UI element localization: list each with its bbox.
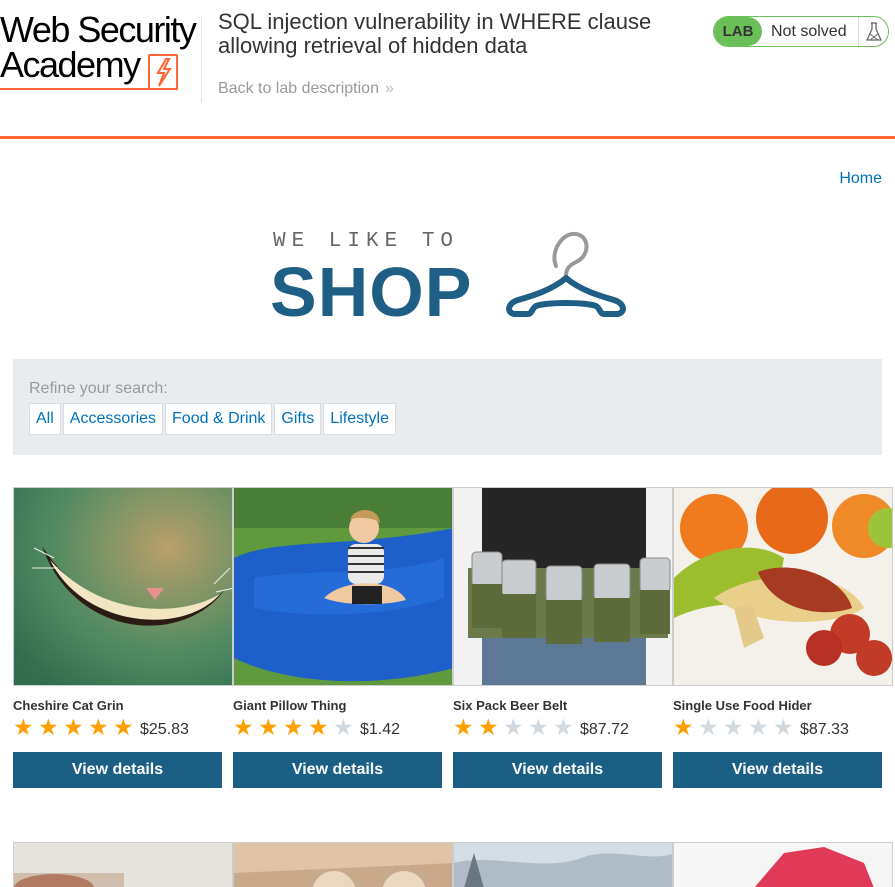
double-chevron-right-icon: » bbox=[384, 80, 394, 97]
banner-tagline: WE LIKE TO bbox=[273, 230, 460, 253]
rating: ★ ★ ★ ★ ★ $25.83 bbox=[13, 715, 233, 739]
product-grid-row-2 bbox=[13, 842, 895, 887]
product-name: Single Use Food Hider bbox=[673, 698, 812, 713]
flask-icon bbox=[858, 17, 888, 46]
star-empty-icon: ★ bbox=[723, 714, 744, 740]
product-price: $87.33 bbox=[800, 720, 849, 738]
product-image[interactable] bbox=[13, 842, 233, 887]
view-details-button[interactable]: View details bbox=[453, 752, 662, 788]
view-details-button[interactable]: View details bbox=[13, 752, 222, 788]
filter-gifts[interactable]: Gifts bbox=[274, 403, 322, 435]
lab-title: SQL injection vulnerability in WHERE cla… bbox=[218, 9, 652, 58]
logo-underline bbox=[0, 88, 178, 90]
product-card: Giant Pillow Thing ★ ★ ★ ★ ★ $1.42 View deta… bbox=[233, 487, 453, 788]
filter-all[interactable]: All bbox=[29, 403, 61, 435]
product-image[interactable] bbox=[673, 487, 893, 686]
star-empty-icon: ★ bbox=[333, 714, 354, 740]
star-filled-icon: ★ bbox=[453, 714, 474, 740]
lab-status-widget: LAB Not solved bbox=[713, 16, 889, 47]
filter-food-drink[interactable]: Food & Drink bbox=[165, 403, 273, 435]
star-empty-icon: ★ bbox=[748, 714, 769, 740]
product-card: Cheshire Cat Grin ★ ★ ★ ★ ★ $25.83 View deta… bbox=[13, 487, 233, 788]
banner-title: SHOP bbox=[270, 253, 473, 331]
rating: ★ ★ ★ ★ ★ $1.42 bbox=[233, 715, 453, 739]
home-link[interactable]: Home bbox=[839, 170, 882, 188]
product-image[interactable] bbox=[673, 842, 893, 887]
rating: ★ ★ ★ ★ ★ $87.72 bbox=[453, 715, 673, 739]
header-divider bbox=[201, 16, 202, 102]
star-empty-icon: ★ bbox=[503, 714, 524, 740]
star-filled-icon: ★ bbox=[38, 714, 59, 740]
product-name: Giant Pillow Thing bbox=[233, 698, 347, 713]
logo-line-1: Web Security bbox=[0, 9, 197, 50]
filter-label: Refine your search: bbox=[29, 380, 168, 397]
product-name: Six Pack Beer Belt bbox=[453, 698, 568, 713]
star-filled-icon: ★ bbox=[308, 714, 329, 740]
coat-hanger-icon bbox=[506, 231, 626, 317]
view-details-button[interactable]: View details bbox=[233, 752, 442, 788]
star-empty-icon: ★ bbox=[528, 714, 549, 740]
product-price: $1.42 bbox=[360, 720, 401, 738]
back-to-lab-description-link[interactable]: Back to lab description » bbox=[218, 80, 394, 98]
rating: ★ ★ ★ ★ ★ $87.33 bbox=[673, 715, 893, 739]
product-image[interactable] bbox=[453, 487, 673, 686]
product-image[interactable] bbox=[233, 487, 453, 686]
product-card: Six Pack Beer Belt ★ ★ ★ ★ ★ $87.72 View det… bbox=[453, 487, 673, 788]
search-filters: Refine your search: All Accessories Food… bbox=[13, 359, 882, 455]
academy-header: Web Security Academy SQL injection vulne… bbox=[0, 0, 895, 139]
back-link-label: Back to lab description bbox=[218, 80, 379, 97]
category-filter-list: All Accessories Food & Drink Gifts Lifes… bbox=[29, 403, 398, 435]
product-name: Cheshire Cat Grin bbox=[13, 698, 124, 713]
product-price: $87.72 bbox=[580, 720, 629, 738]
star-filled-icon: ★ bbox=[233, 714, 254, 740]
star-empty-icon: ★ bbox=[553, 714, 574, 740]
view-details-button[interactable]: View details bbox=[673, 752, 882, 788]
star-empty-icon: ★ bbox=[698, 714, 719, 740]
star-filled-icon: ★ bbox=[88, 714, 109, 740]
star-filled-icon: ★ bbox=[258, 714, 279, 740]
star-filled-icon: ★ bbox=[13, 714, 34, 740]
star-filled-icon: ★ bbox=[113, 714, 134, 740]
web-security-academy-logo[interactable]: Web Security Academy bbox=[0, 12, 200, 92]
star-filled-icon: ★ bbox=[283, 714, 304, 740]
product-price: $25.83 bbox=[140, 720, 189, 738]
lightning-bolt-icon bbox=[148, 54, 178, 88]
product-card: Single Use Food Hider ★ ★ ★ ★ ★ $87.33 View … bbox=[673, 487, 893, 788]
lab-badge: LAB bbox=[714, 17, 762, 46]
filter-lifestyle[interactable]: Lifestyle bbox=[323, 403, 396, 435]
product-image[interactable] bbox=[233, 842, 453, 887]
shop-banner: WE LIKE TO SHOP bbox=[270, 228, 630, 331]
star-empty-icon: ★ bbox=[773, 714, 794, 740]
star-filled-icon: ★ bbox=[478, 714, 499, 740]
filter-accessories[interactable]: Accessories bbox=[62, 403, 164, 435]
star-filled-icon: ★ bbox=[673, 714, 694, 740]
product-image[interactable] bbox=[13, 487, 233, 686]
product-image[interactable] bbox=[453, 842, 673, 887]
lab-status-text: Not solved bbox=[771, 22, 847, 40]
star-filled-icon: ★ bbox=[63, 714, 84, 740]
